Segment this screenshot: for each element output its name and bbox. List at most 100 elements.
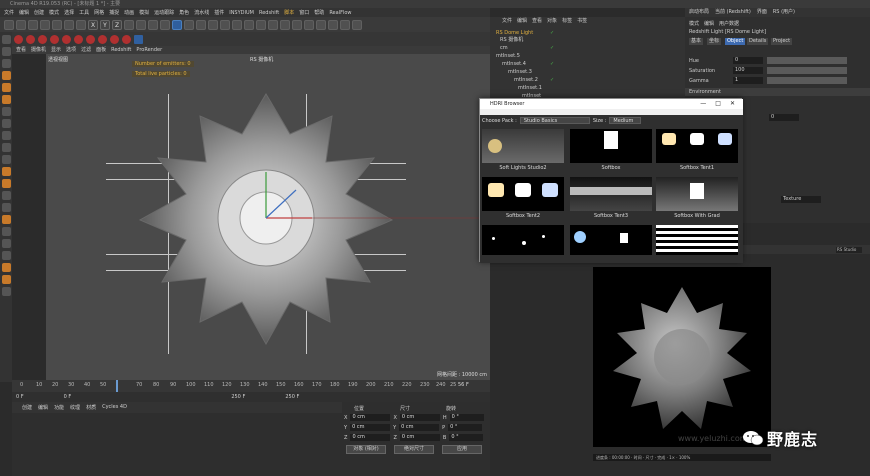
x-axis-button[interactable]: X xyxy=(88,19,98,30)
environment-section[interactable]: Environment xyxy=(685,88,870,96)
edges-mode-icon[interactable] xyxy=(1,83,11,92)
object-item-cm[interactable]: cm xyxy=(500,45,508,52)
mat-menu-texture[interactable]: 纹理 xyxy=(70,404,80,411)
plugin-icon-8[interactable] xyxy=(352,19,362,30)
rotate-icon[interactable] xyxy=(64,19,74,30)
menu-redshift[interactable]: Redshift xyxy=(259,10,279,16)
interface-dropdown[interactable]: RS (用户) xyxy=(773,8,795,17)
menu-edit[interactable]: 编辑 xyxy=(19,9,29,16)
extra-field[interactable]: 0 xyxy=(769,114,799,121)
rs-light-icon[interactable] xyxy=(26,34,35,44)
render-settings-icon[interactable] xyxy=(160,19,170,30)
plugin-icon-1[interactable] xyxy=(268,19,278,30)
size-dropdown[interactable]: Medium xyxy=(609,117,642,124)
hdri-thumb-dots[interactable] xyxy=(482,225,564,255)
size-x-field[interactable]: 0 cm xyxy=(399,414,440,421)
apply-button[interactable]: 应用 xyxy=(442,445,482,454)
menu-mode[interactable]: 模式 xyxy=(49,9,59,16)
frame-end-field[interactable]: 250 F xyxy=(231,392,245,402)
view-menu-camera[interactable]: 摄像机 xyxy=(31,46,46,54)
tweak-icon[interactable] xyxy=(1,119,11,128)
menu-select[interactable]: 选择 xyxy=(64,9,74,16)
object-item-dome-light[interactable]: RS Dome Light xyxy=(496,30,533,37)
pack-dropdown[interactable]: Studio Basics xyxy=(519,117,590,124)
view-menu-options[interactable]: 选项 xyxy=(66,46,76,54)
texture-mode-icon[interactable] xyxy=(1,47,11,56)
rs-sun-icon[interactable] xyxy=(74,34,83,44)
mat-menu-material[interactable]: 材质 xyxy=(86,404,96,411)
playhead[interactable] xyxy=(116,380,118,392)
mat-menu-edit[interactable]: 编辑 xyxy=(38,404,48,411)
visibility-check-icon[interactable]: ✓ xyxy=(550,77,554,83)
render-camera-dropdown[interactable]: RS Studio xyxy=(836,246,862,253)
menu-realflow[interactable]: RealFlow xyxy=(329,10,351,16)
menu-pipeline[interactable]: 流水线 xyxy=(194,9,209,16)
menu-animate[interactable]: 动画 xyxy=(124,9,134,16)
object-item-mtinset1[interactable]: mtInset.1 xyxy=(518,85,542,92)
menu-plugins[interactable]: 插件 xyxy=(214,9,224,16)
plugin-icon-3[interactable] xyxy=(292,19,302,30)
quantize-icon[interactable] xyxy=(1,143,11,152)
scale-icon[interactable] xyxy=(52,19,62,30)
rs-camera-icon[interactable] xyxy=(134,34,143,44)
plugin-icon-4[interactable] xyxy=(304,19,314,30)
bodypaint-icon[interactable] xyxy=(1,239,11,248)
plugin-icon-7[interactable] xyxy=(340,19,350,30)
tab-coord[interactable]: 坐标 xyxy=(707,38,722,45)
minimize-icon[interactable]: — xyxy=(700,99,706,109)
object-item-mtinset5[interactable]: mtInset.5 xyxy=(496,53,520,60)
menu-script[interactable]: 脚本 xyxy=(284,9,294,16)
tab-project[interactable]: Project xyxy=(771,38,793,45)
view-menu-filter[interactable]: 过滤 xyxy=(81,46,91,54)
object-item-mtinset4[interactable]: mtInset.4 xyxy=(502,61,526,68)
tab-object[interactable]: Object xyxy=(725,38,746,45)
menu-create[interactable]: 创建 xyxy=(34,9,44,16)
pos-x-field[interactable]: 0 cm xyxy=(350,414,391,421)
undo-icon[interactable] xyxy=(4,19,14,30)
view-menu-panel[interactable]: 面板 xyxy=(96,46,106,54)
coord-mode-dropdown[interactable]: 对象 (相对) xyxy=(346,445,386,454)
mat-menu-cycles[interactable]: Cycles 4D xyxy=(102,404,127,411)
object-item-mtinset3[interactable]: mtInset.3 xyxy=(508,69,532,76)
frame-start-field[interactable]: 0 F xyxy=(16,392,24,402)
render-picture-viewer-icon[interactable] xyxy=(148,19,158,30)
om-menu-file[interactable]: 文件 xyxy=(502,17,512,25)
rs-portal-icon[interactable] xyxy=(86,34,95,44)
view-menu-redshift[interactable]: Redshift xyxy=(111,46,131,54)
size-z-field[interactable]: 0 cm xyxy=(399,434,440,441)
view-menu-prorender[interactable]: ProRender xyxy=(136,46,162,54)
mograph-icon[interactable] xyxy=(1,215,11,224)
rs-volume-icon[interactable] xyxy=(122,34,131,44)
size-mode-dropdown[interactable]: 绝对尺寸 xyxy=(394,445,434,454)
gamma-field[interactable]: 1 xyxy=(733,77,763,84)
menu-tools[interactable]: 工具 xyxy=(79,9,89,16)
hue-field[interactable]: 0 xyxy=(733,57,763,64)
enable-axis-icon[interactable] xyxy=(1,107,11,116)
coord-system-icon[interactable] xyxy=(124,19,134,30)
object-item-camera[interactable]: RS 摄像机 xyxy=(500,37,523,44)
hdri-thumb-stripes[interactable] xyxy=(656,225,738,255)
points-mode-icon[interactable] xyxy=(1,71,11,80)
hdri-thumb-softbox-with-grad[interactable] xyxy=(656,177,738,211)
cube-icon[interactable] xyxy=(172,19,182,30)
subdivision-icon[interactable] xyxy=(196,19,206,30)
menu-snap[interactable]: 捕捉 xyxy=(109,9,119,16)
rot-h-field[interactable]: 0 ° xyxy=(449,414,484,421)
mat-menu-function[interactable]: 功能 xyxy=(54,404,64,411)
attr-menu-mode[interactable]: 模式 xyxy=(689,20,699,27)
rs-proxy-icon[interactable] xyxy=(110,34,119,44)
redo-icon[interactable] xyxy=(16,19,26,30)
move-icon[interactable] xyxy=(40,19,50,30)
om-menu-bookmarks[interactable]: 书签 xyxy=(577,17,587,25)
view-menu-view[interactable]: 查看 xyxy=(16,46,26,54)
hdri-thumb-softbox-tent1[interactable] xyxy=(656,129,738,163)
hdri-thumb-spots[interactable] xyxy=(570,225,652,255)
attr-menu-edit[interactable]: 编辑 xyxy=(704,20,714,27)
texture-field[interactable]: Texture xyxy=(781,196,821,203)
plugin-icon-2[interactable] xyxy=(280,19,290,30)
pen-icon[interactable] xyxy=(184,19,194,30)
rs-dome-icon[interactable] xyxy=(38,34,47,44)
hue-slider[interactable] xyxy=(767,57,847,64)
frame-current-field[interactable]: 0 F xyxy=(64,392,72,402)
visibility-check-icon[interactable]: ✓ xyxy=(550,61,554,67)
